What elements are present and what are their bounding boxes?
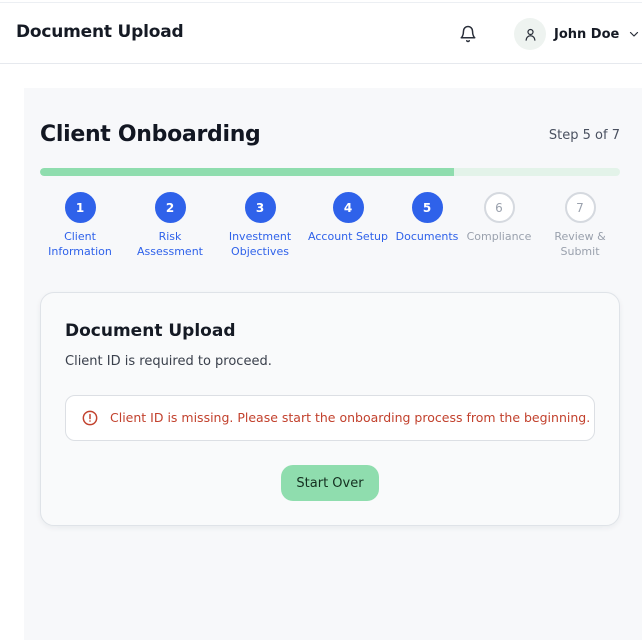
card-description: Client ID is required to proceed. bbox=[65, 354, 272, 369]
avatar bbox=[514, 18, 546, 50]
step-label: Risk Assessment bbox=[125, 229, 215, 259]
chevron-down-icon[interactable] bbox=[628, 28, 640, 40]
step-label: Investment Objectives bbox=[215, 229, 305, 259]
step-label-line: Client bbox=[64, 230, 96, 243]
step-label: Client Information bbox=[35, 229, 125, 259]
user-icon bbox=[525, 28, 535, 41]
user-name: John Doe bbox=[554, 26, 620, 42]
step-label: Compliance bbox=[454, 229, 544, 244]
user-menu[interactable]: John Doe bbox=[514, 18, 640, 50]
step-label-line: Compliance bbox=[466, 230, 532, 243]
step-2[interactable]: 2 Risk Assessment bbox=[125, 192, 215, 259]
error-alert: Client ID is missing. Please start the o… bbox=[65, 395, 595, 441]
step-6[interactable]: 6 Compliance bbox=[454, 192, 544, 244]
step-circle: 4 bbox=[332, 192, 364, 223]
step-indicator: Step 5 of 7 bbox=[548, 128, 620, 143]
step-label: Review & Submit bbox=[535, 229, 625, 259]
step-circle: 7 bbox=[564, 192, 596, 223]
step-label-line: Assessment bbox=[137, 245, 203, 258]
step-label-line: Review & bbox=[554, 230, 606, 243]
start-over-button[interactable]: Start Over bbox=[281, 465, 379, 501]
alert-circle-icon bbox=[82, 410, 98, 426]
card-title: Document Upload bbox=[65, 321, 236, 341]
progress-bar bbox=[40, 168, 620, 176]
step-label-line: Account Setup bbox=[308, 230, 388, 243]
header-title: Document Upload bbox=[16, 22, 184, 42]
step-circle: 6 bbox=[483, 192, 515, 223]
step-4[interactable]: 4 Account Setup bbox=[303, 192, 393, 244]
step-label-line: Risk bbox=[158, 230, 182, 243]
document-upload-card: Document Upload Client ID is required to… bbox=[40, 292, 620, 526]
step-label: Account Setup bbox=[303, 229, 393, 244]
step-circle: 1 bbox=[64, 192, 96, 223]
step-1[interactable]: 1 Client Information bbox=[35, 192, 125, 259]
step-label-line: Information bbox=[48, 245, 112, 258]
step-label-line: Investment bbox=[228, 230, 292, 243]
step-label-line: Submit bbox=[560, 245, 600, 258]
step-3[interactable]: 3 Investment Objectives bbox=[215, 192, 305, 259]
step-label-line: Objectives bbox=[231, 245, 289, 258]
progress-fill bbox=[40, 168, 455, 176]
step-7[interactable]: 7 Review & Submit bbox=[535, 192, 625, 259]
page-title: Client Onboarding bbox=[40, 122, 261, 147]
alert-message: Client ID is missing. Please start the o… bbox=[110, 410, 591, 425]
step-circle: 2 bbox=[154, 192, 186, 223]
bell-icon[interactable] bbox=[459, 25, 477, 43]
step-circle: 5 bbox=[411, 192, 443, 223]
top-bar: Document Upload John Doe bbox=[0, 2, 642, 64]
step-circle: 3 bbox=[244, 192, 276, 223]
